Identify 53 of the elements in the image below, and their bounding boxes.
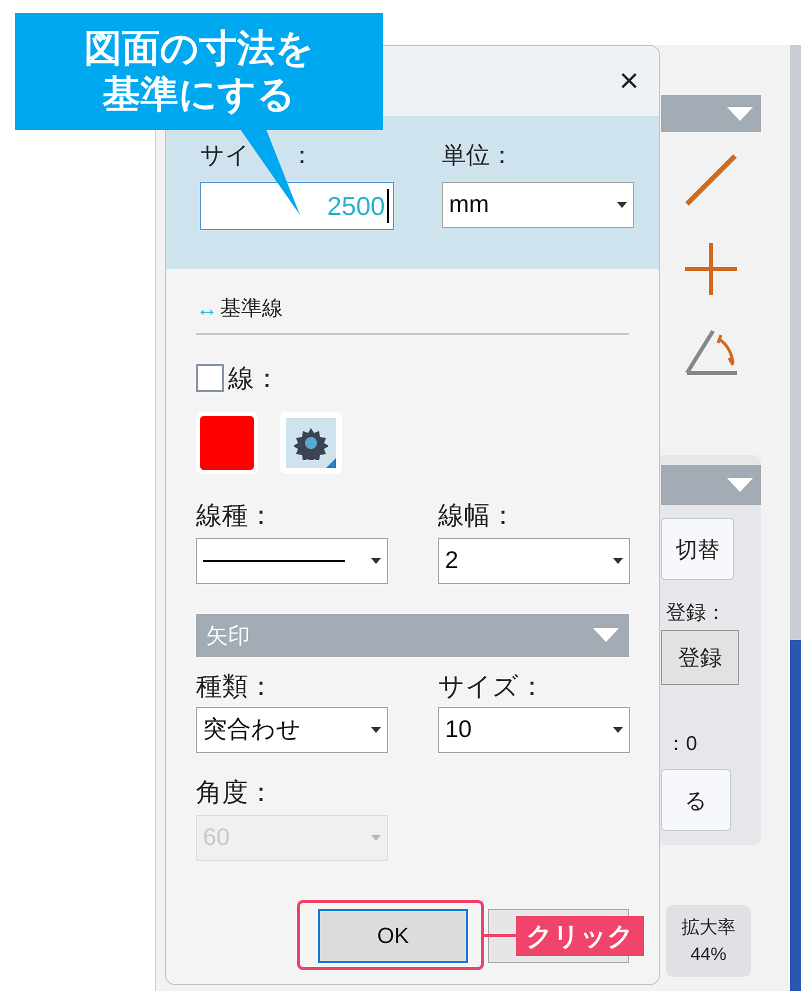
line-checkbox[interactable] bbox=[196, 364, 224, 392]
solid-line-icon bbox=[203, 558, 345, 562]
panel-button[interactable]: る bbox=[661, 769, 731, 831]
arrow-size-value: 10 bbox=[445, 714, 472, 744]
arrow-size-label: サイズ： bbox=[438, 670, 546, 702]
kind-value: 突合わせ bbox=[203, 714, 301, 744]
corner-triangle-icon bbox=[326, 458, 336, 468]
dropdown-caret-icon bbox=[371, 726, 381, 732]
callout-text: 基準にする bbox=[102, 72, 296, 118]
zoom-value: 44% bbox=[690, 943, 727, 966]
arrow-size-select[interactable]: 10 bbox=[438, 706, 630, 752]
leader-line bbox=[484, 934, 516, 937]
unit-label: 単位： bbox=[442, 141, 515, 171]
double-arrow-icon: ↔ bbox=[196, 298, 218, 320]
settings-button[interactable] bbox=[280, 412, 342, 474]
unit-select[interactable]: mm bbox=[442, 182, 634, 228]
size-colon: ： bbox=[290, 141, 314, 171]
zoom-label: 拡大率 bbox=[682, 916, 736, 939]
dropdown-caret-icon bbox=[613, 726, 623, 732]
line-tool-icon[interactable] bbox=[683, 152, 739, 208]
ok-button[interactable]: OK bbox=[318, 908, 468, 962]
line-width-select[interactable]: 2 bbox=[438, 538, 630, 584]
settings-icon bbox=[294, 426, 328, 460]
dropdown-caret-icon bbox=[371, 558, 381, 564]
line-type-select[interactable] bbox=[196, 538, 388, 584]
click-tooltip: クリック bbox=[516, 916, 644, 956]
panel-header[interactable] bbox=[661, 95, 761, 132]
line-width-label: 線幅： bbox=[438, 498, 517, 532]
collapse-triangle-icon bbox=[593, 628, 619, 642]
register-button[interactable]: 登録 bbox=[661, 630, 739, 685]
collapse-triangle-icon bbox=[727, 106, 753, 120]
plus-tool-icon[interactable] bbox=[683, 241, 739, 297]
close-button[interactable]: × bbox=[619, 64, 639, 98]
unit-value: mm bbox=[449, 190, 489, 220]
dropdown-caret-icon bbox=[617, 202, 627, 208]
color-swatch[interactable] bbox=[196, 412, 258, 474]
size-label: サイ bbox=[200, 141, 250, 171]
arrow-section-title: 矢印 bbox=[206, 622, 250, 650]
register-label: 登録： bbox=[666, 601, 726, 626]
callout-text: 図面の寸法を bbox=[84, 26, 314, 72]
checkbox-label: 線： bbox=[228, 362, 280, 394]
switch-button[interactable]: 切替 bbox=[661, 518, 734, 580]
panel-header[interactable] bbox=[661, 465, 761, 505]
line-width-value: 2 bbox=[445, 546, 458, 576]
angle-label: 角度： bbox=[196, 776, 275, 808]
dropdown-caret-icon bbox=[371, 834, 381, 840]
kind-label: 種類： bbox=[196, 670, 275, 702]
line-type-label: 線種： bbox=[196, 498, 275, 532]
kind-select[interactable]: 突合わせ bbox=[196, 706, 388, 752]
collapse-triangle-icon bbox=[727, 478, 753, 492]
section-title: 基準線 bbox=[220, 296, 283, 322]
count-text: ：0 bbox=[666, 732, 698, 757]
dropdown-caret-icon bbox=[613, 558, 623, 564]
